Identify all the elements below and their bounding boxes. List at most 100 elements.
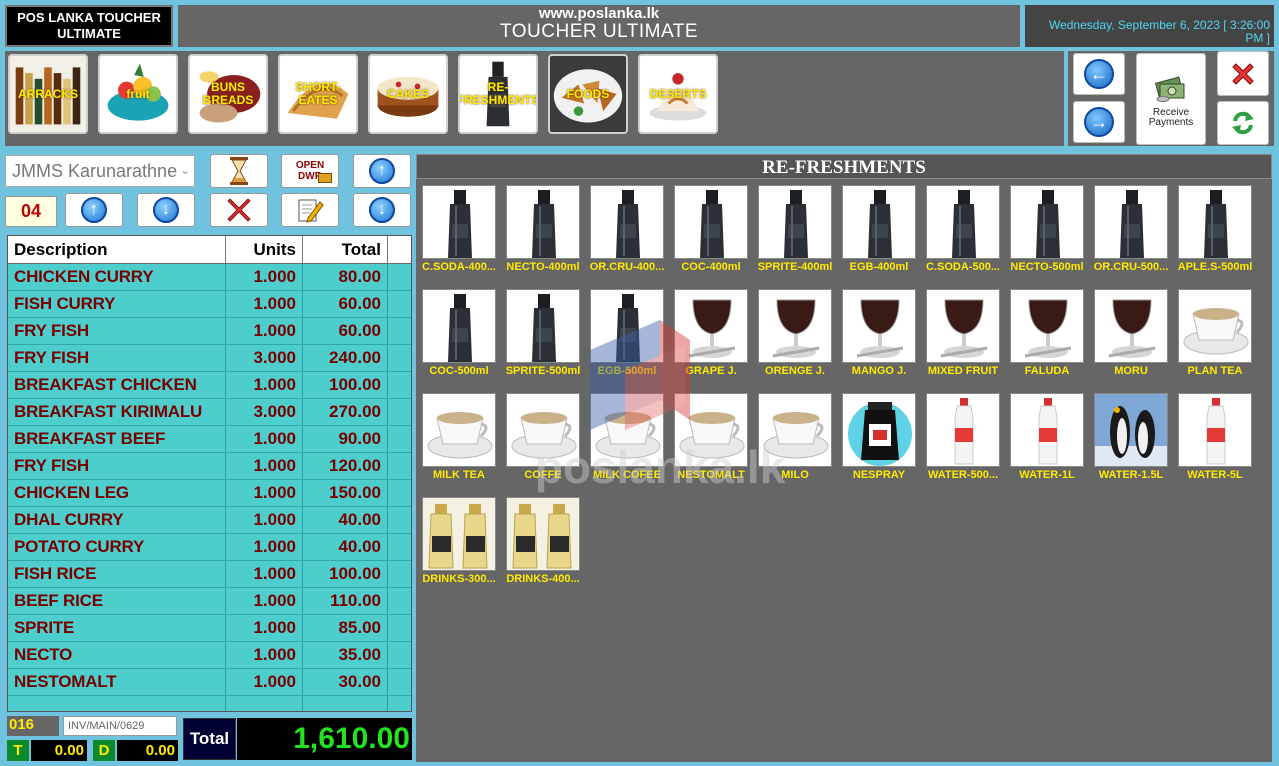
item-tile[interactable]: NESTOMALT [671, 391, 751, 491]
order-row[interactable]: BREAKFAST KIRIMALU 3.000 270.00 [8, 399, 411, 426]
item-tile[interactable]: OR.CRU-400... [587, 183, 667, 283]
order-item-total: 150.00 [303, 480, 388, 506]
item-tile[interactable]: OR.CRU-500... [1091, 183, 1171, 283]
item-tile[interactable]: COFFE [503, 391, 583, 491]
order-row[interactable]: FRY FISH 1.000 60.00 [8, 318, 411, 345]
arrow-down-icon: ↓ [369, 197, 395, 223]
column-header-description: Description [8, 236, 226, 263]
item-tile[interactable]: MORU [1091, 287, 1171, 387]
order-row[interactable]: NECTO 1.000 35.00 [8, 642, 411, 669]
customer-select[interactable]: JMMS Karunarathne ⌄ [5, 155, 195, 187]
category-buns-breads[interactable]: BUNS BREADS [188, 54, 268, 134]
previous-button[interactable]: ← [1073, 53, 1125, 95]
item-tile[interactable]: NESPRAY [839, 391, 919, 491]
close-button[interactable] [1217, 51, 1269, 96]
item-tile[interactable]: WATER-5L [1175, 391, 1255, 491]
open-drawer-button[interactable]: OPEN DWR [281, 154, 339, 188]
order-row[interactable]: FRY FISH 3.000 240.00 [8, 345, 411, 372]
table-number[interactable]: 04 [5, 196, 57, 227]
order-row[interactable]: CHICKEN CURRY 1.000 80.00 [8, 264, 411, 291]
item-tile[interactable]: APLE.S-500ml [1175, 183, 1255, 283]
order-item-units: 1.000 [226, 480, 303, 506]
item-tile[interactable]: EGB-400ml [839, 183, 919, 283]
qty-down-button[interactable]: ↓ [137, 193, 195, 227]
cup-icon [674, 393, 748, 467]
category-short-eates[interactable]: SHORT-EATES [278, 54, 358, 134]
item-tile[interactable]: WATER-1.5L [1091, 391, 1171, 491]
item-tile[interactable]: WATER-1L [1007, 391, 1087, 491]
item-tile[interactable]: WATER-500... [923, 391, 1003, 491]
order-row[interactable]: BEEF RICE 1.000 110.00 [8, 588, 411, 615]
item-tile[interactable]: ORENGE J. [755, 287, 835, 387]
item-tile[interactable]: PLAN TEA [1175, 287, 1255, 387]
order-item-units: 1.000 [226, 291, 303, 317]
order-item-total: 110.00 [303, 588, 388, 614]
juice-icon [758, 289, 832, 363]
item-tile[interactable]: MANGO J. [839, 287, 919, 387]
order-row[interactable]: BREAKFAST BEEF 1.000 90.00 [8, 426, 411, 453]
tax-label: T [7, 740, 29, 761]
edit-icon [298, 199, 324, 223]
order-row[interactable]: BREAKFAST CHICKEN 1.000 100.00 [8, 372, 411, 399]
hold-button[interactable] [210, 154, 268, 188]
scroll-up-button[interactable]: ↑ [353, 154, 411, 188]
category-label: fruit [126, 86, 150, 101]
order-row[interactable]: FISH CURRY 1.000 60.00 [8, 291, 411, 318]
next-button[interactable]: → [1073, 101, 1125, 143]
order-row[interactable]: SPRITE 1.000 85.00 [8, 615, 411, 642]
delete-icon [227, 198, 251, 222]
item-tile[interactable]: SPRITE-500ml [503, 287, 583, 387]
order-row[interactable]: FISH RICE 1.000 100.00 [8, 561, 411, 588]
app-title: TOUCHER ULTIMATE [499, 21, 698, 42]
item-tile[interactable]: GRAPE J. [671, 287, 751, 387]
receive-payments-button[interactable]: Receive Payments [1136, 53, 1206, 145]
item-name: WATER-1L [1019, 469, 1075, 481]
item-tile[interactable]: MIXED FRUIT [923, 287, 1003, 387]
item-tile[interactable]: MILK COFEE [587, 391, 667, 491]
item-tile[interactable]: MILO [755, 391, 835, 491]
item-tile[interactable]: NECTO-400ml [503, 183, 583, 283]
order-row[interactable]: DHAL CURRY 1.000 40.00 [8, 507, 411, 534]
cup-icon [590, 393, 664, 467]
delete-item-button[interactable] [210, 193, 268, 227]
item-tile[interactable]: NECTO-500ml [1007, 183, 1087, 283]
item-tile[interactable]: COC-500ml [419, 287, 499, 387]
order-item-description: NECTO [8, 642, 226, 668]
scroll-down-button[interactable]: ↓ [353, 193, 411, 227]
category-cakes[interactable]: CAKES [368, 54, 448, 134]
order-item-total: 120.00 [303, 453, 388, 479]
order-row[interactable]: POTATO CURRY 1.000 40.00 [8, 534, 411, 561]
item-name: NECTO-500ml [1010, 261, 1084, 273]
order-item-description: BREAKFAST CHICKEN [8, 372, 226, 398]
item-tile[interactable]: C.SODA-400... [419, 183, 499, 283]
category-re-freshments[interactable]: RE-FRESHMENTS [458, 54, 538, 134]
category-label: RE-FRESHMENTS [458, 80, 538, 107]
order-row[interactable]: NESTOMALT 1.000 30.00 [8, 669, 411, 696]
edit-button[interactable] [281, 193, 339, 227]
table-header: Description Units Total [8, 236, 411, 264]
item-tile[interactable]: EGB-500ml [587, 287, 667, 387]
cup-icon [506, 393, 580, 467]
item-tile[interactable]: SPRITE-400ml [755, 183, 835, 283]
order-row[interactable]: CHICKEN LEG 1.000 150.00 [8, 480, 411, 507]
category-deserts[interactable]: DESERTS [638, 54, 718, 134]
item-tile[interactable]: COC-400ml [671, 183, 751, 283]
item-tile[interactable]: C.SODA-500... [923, 183, 1003, 283]
cup-icon [758, 393, 832, 467]
refresh-button[interactable] [1217, 101, 1269, 145]
order-row[interactable]: FRY FISH 1.000 120.00 [8, 453, 411, 480]
bottle-icon [422, 289, 496, 363]
item-tile[interactable]: FALUDA [1007, 287, 1087, 387]
item-tile[interactable]: DRINKS-400... [503, 495, 583, 595]
bottle-icon [926, 185, 1000, 259]
category-arracks[interactable]: ARRACKS [8, 54, 88, 134]
category-fruit[interactable]: fruit [98, 54, 178, 134]
order-item-total: 240.00 [303, 345, 388, 371]
category-foods[interactable]: FOODS [548, 54, 628, 134]
qty-up-button[interactable]: ↑ [65, 193, 123, 227]
item-name: EGB-400ml [849, 261, 909, 273]
item-tile[interactable]: DRINKS-300... [419, 495, 499, 595]
juice-icon [1010, 289, 1084, 363]
item-tile[interactable]: MILK TEA [419, 391, 499, 491]
order-item-units: 1.000 [226, 588, 303, 614]
